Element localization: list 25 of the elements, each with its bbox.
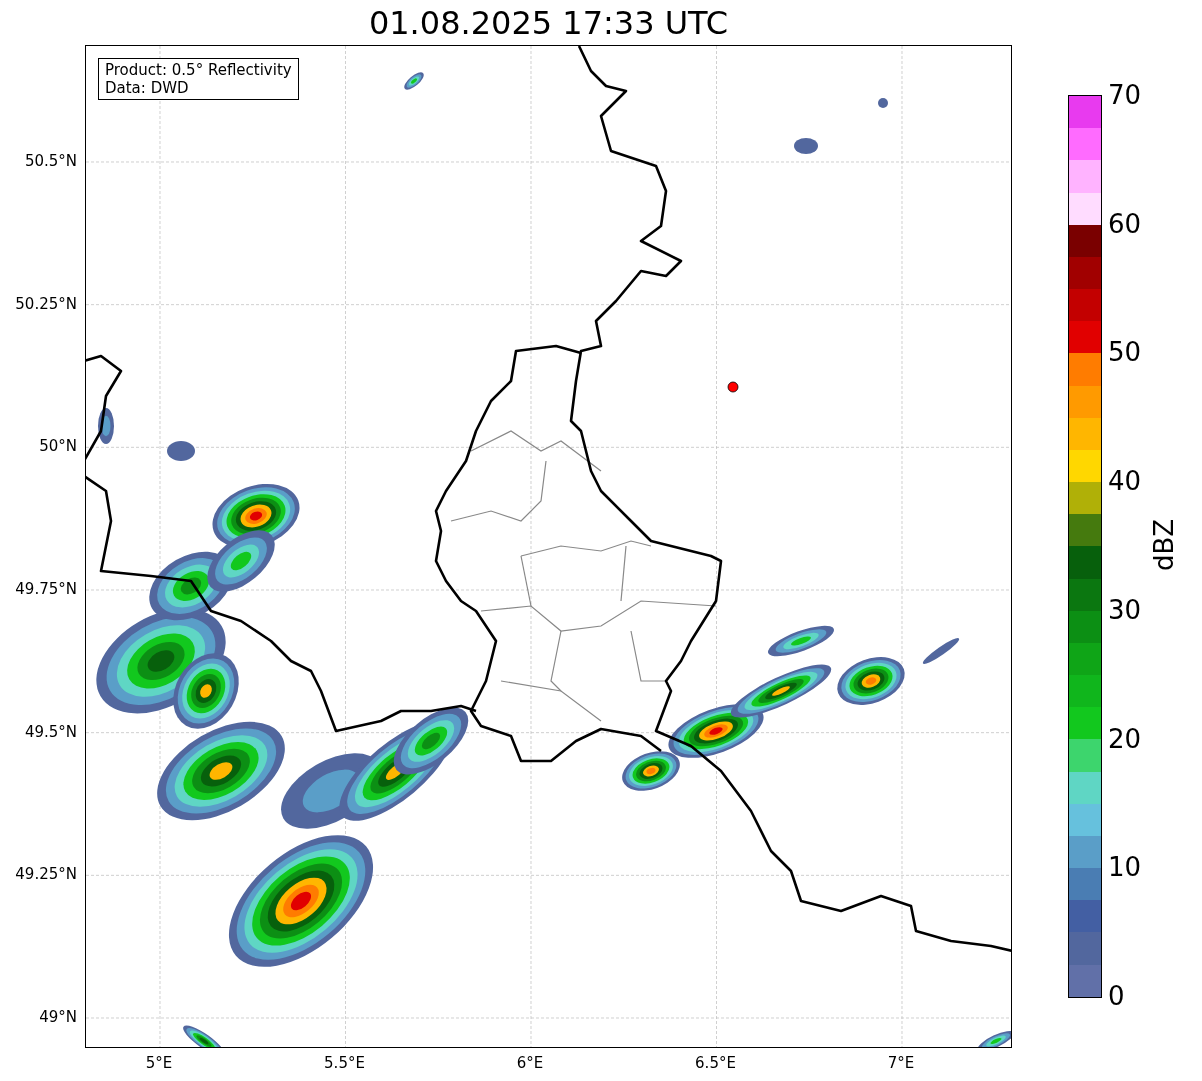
chart-title: 01.08.2025 17:33 UTC — [368, 2, 729, 43]
latitude-label: 50°N — [39, 437, 77, 456]
colorbar-tick-label: 30 — [1108, 594, 1142, 625]
longitude-label: 5°E — [145, 1054, 173, 1072]
colorbar-tick-label: 20 — [1108, 723, 1142, 754]
colorbar-tick-label: 50 — [1108, 337, 1142, 368]
latitude-label: 50.25°N — [15, 294, 77, 313]
colorbar-tick-label: 10 — [1108, 852, 1142, 883]
colorbar-tick-label: 70 — [1108, 80, 1142, 110]
longitude-label: 7°E — [887, 1054, 915, 1072]
colorbar-tick-label: 0 — [1108, 981, 1125, 1011]
colorbar-tick-label: 40 — [1108, 466, 1142, 497]
longitude-label: 5.5°E — [324, 1054, 365, 1072]
info-text: Data: DWD — [105, 79, 190, 97]
longitude-label: 6.5°E — [695, 1054, 736, 1072]
latitude-label: 49.75°N — [15, 580, 77, 598]
colorbar-label: dBZ — [1149, 518, 1179, 572]
location-marker — [727, 381, 739, 393]
latitude-label: 49°N — [39, 1008, 77, 1026]
latitude-label: 49.25°N — [15, 865, 77, 884]
latitude-label: 49.5°N — [24, 722, 77, 741]
colorbar-tick-label: 60 — [1108, 208, 1142, 239]
info-text: Product: 0.5° Reflectivity — [105, 61, 292, 79]
longitude-label: 6°E — [516, 1054, 544, 1072]
latitude-label: 50.5°N — [24, 151, 77, 170]
